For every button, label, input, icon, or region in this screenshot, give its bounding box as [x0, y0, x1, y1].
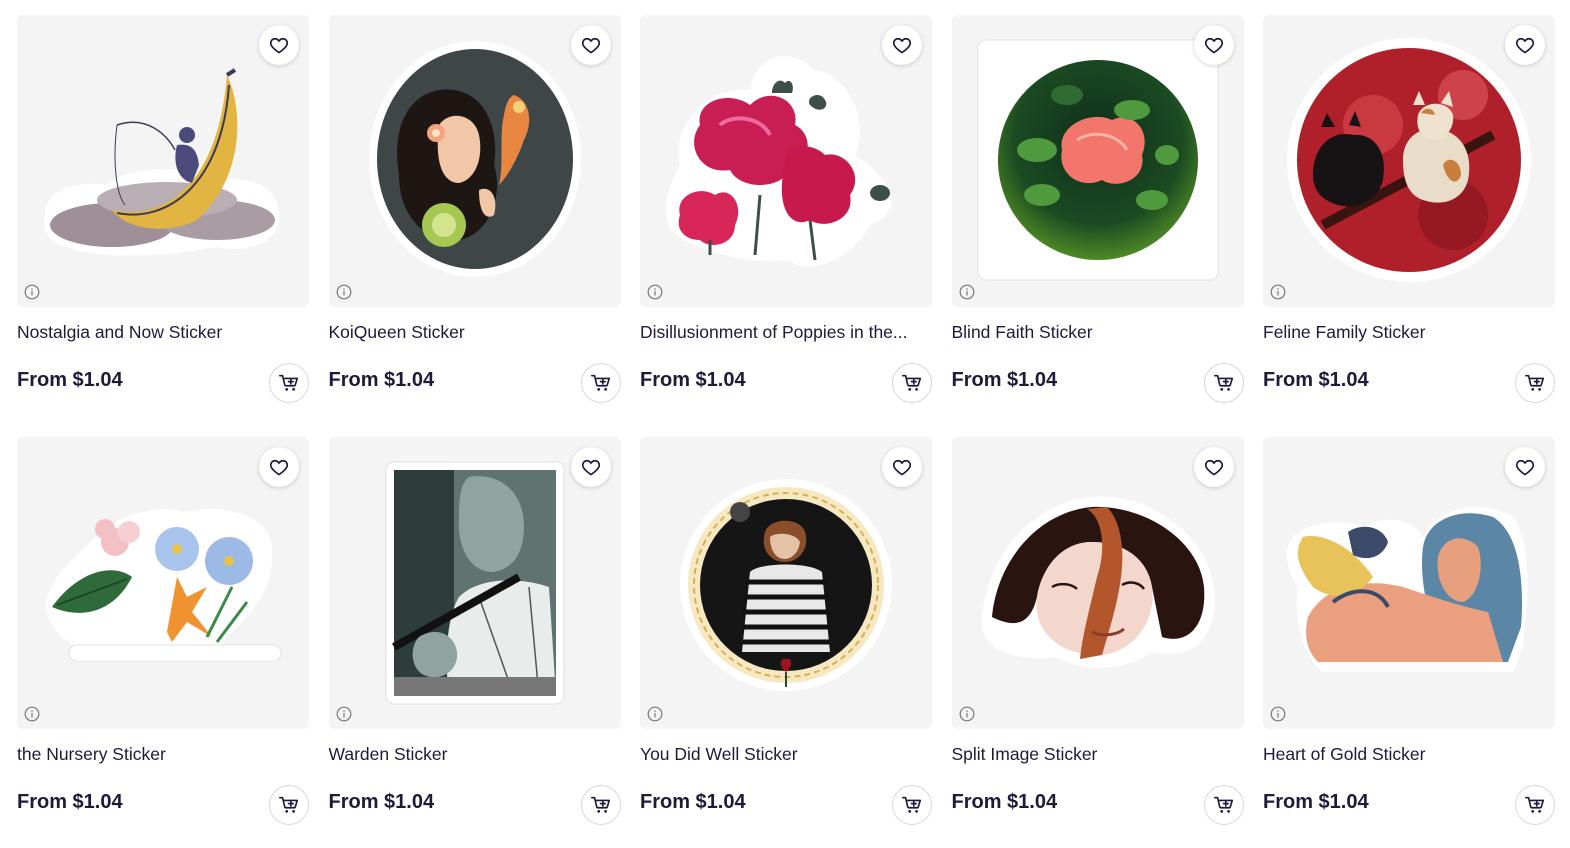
favorite-button[interactable] [259, 447, 299, 487]
product-card[interactable]: Nostalgia and Now Sticker From $1.04 [17, 15, 309, 415]
product-price: From $1.04 [17, 791, 123, 813]
product-title[interactable]: Split Image Sticker [952, 743, 1244, 765]
product-image[interactable] [951, 15, 1244, 307]
favorite-button[interactable] [259, 25, 299, 65]
heart-icon [892, 459, 912, 476]
product-title[interactable]: Feline Family Sticker [1263, 321, 1555, 343]
info-icon[interactable] [1270, 284, 1286, 300]
info-icon[interactable] [959, 706, 975, 722]
info-icon[interactable] [647, 706, 663, 722]
info-icon[interactable] [336, 284, 352, 300]
product-image[interactable] [1263, 437, 1555, 729]
product-price: From $1.04 [1263, 369, 1369, 391]
product-card[interactable]: Feline Family Sticker From $1.04 [1263, 15, 1555, 415]
favorite-button[interactable] [570, 447, 611, 487]
favorite-button[interactable] [1505, 25, 1545, 65]
info-icon[interactable] [336, 706, 352, 722]
product-price: From $1.04 [640, 369, 746, 391]
add-to-cart-icon [279, 374, 299, 391]
heart-icon [269, 459, 289, 476]
product-image[interactable] [1263, 15, 1555, 307]
favorite-button[interactable] [1193, 25, 1234, 65]
product-image[interactable] [640, 15, 932, 307]
favorite-button[interactable] [882, 25, 922, 65]
info-icon[interactable] [959, 284, 975, 300]
add-to-cart-button[interactable] [269, 363, 309, 403]
add-to-cart-button[interactable] [1515, 363, 1555, 403]
product-image[interactable] [17, 437, 309, 729]
add-to-cart-button[interactable] [580, 363, 621, 403]
product-image[interactable] [328, 437, 621, 729]
product-title[interactable]: Disillusionment of Poppies in the... [640, 321, 932, 343]
add-to-cart-button[interactable] [580, 785, 621, 825]
add-to-cart-button[interactable] [1203, 363, 1244, 403]
product-image[interactable] [328, 15, 621, 307]
add-to-cart-icon [902, 374, 922, 391]
add-to-cart-button[interactable] [269, 785, 309, 825]
product-card[interactable]: Blind Faith Sticker From $1.04 [951, 15, 1244, 415]
add-to-cart-icon [902, 796, 922, 813]
product-card[interactable]: Warden Sticker From $1.04 [328, 437, 621, 837]
info-icon[interactable] [1270, 706, 1286, 722]
product-price: From $1.04 [951, 791, 1058, 813]
product-title[interactable]: You Did Well Sticker [640, 743, 932, 765]
heart-icon [1515, 459, 1535, 476]
heart-icon [1204, 37, 1223, 54]
product-image[interactable] [951, 437, 1244, 729]
favorite-button[interactable] [570, 25, 611, 65]
product-title[interactable]: Blind Faith Sticker [952, 321, 1244, 343]
product-card[interactable]: KoiQueen Sticker From $1.04 [328, 15, 621, 415]
product-card[interactable]: You Did Well Sticker From $1.04 [640, 437, 932, 837]
add-to-cart-icon [279, 796, 299, 813]
info-icon[interactable] [647, 284, 663, 300]
product-title[interactable]: the Nursery Sticker [17, 743, 309, 765]
product-price: From $1.04 [328, 369, 435, 391]
heart-icon [269, 37, 289, 54]
info-icon[interactable] [24, 706, 40, 722]
add-to-cart-button[interactable] [892, 363, 932, 403]
heart-icon [892, 37, 912, 54]
product-title[interactable]: Nostalgia and Now Sticker [17, 321, 309, 343]
product-card[interactable]: Split Image Sticker From $1.04 [951, 437, 1244, 837]
add-to-cart-icon [1213, 796, 1233, 813]
add-to-cart-button[interactable] [1515, 785, 1555, 825]
product-image[interactable] [640, 437, 932, 729]
product-price: From $1.04 [1263, 791, 1369, 813]
heart-icon [1515, 37, 1535, 54]
heart-icon [581, 459, 600, 476]
add-to-cart-icon [1213, 374, 1233, 391]
product-price: From $1.04 [17, 369, 123, 391]
add-to-cart-icon [590, 374, 610, 391]
favorite-button[interactable] [1193, 447, 1234, 487]
product-price: From $1.04 [328, 791, 435, 813]
product-title[interactable]: KoiQueen Sticker [329, 321, 621, 343]
heart-icon [581, 37, 600, 54]
favorite-button[interactable] [1505, 447, 1545, 487]
favorite-button[interactable] [882, 447, 922, 487]
heart-icon [1204, 459, 1223, 476]
info-icon[interactable] [24, 284, 40, 300]
add-to-cart-icon [590, 796, 610, 813]
product-title[interactable]: Heart of Gold Sticker [1263, 743, 1555, 765]
product-price: From $1.04 [951, 369, 1058, 391]
product-grid: Nostalgia and Now Sticker From $1.04 Koi… [17, 15, 1555, 837]
add-to-cart-button[interactable] [892, 785, 932, 825]
product-image[interactable] [17, 15, 309, 307]
add-to-cart-icon [1525, 796, 1545, 813]
product-title[interactable]: Warden Sticker [329, 743, 621, 765]
add-to-cart-button[interactable] [1203, 785, 1244, 825]
product-price: From $1.04 [640, 791, 746, 813]
add-to-cart-icon [1525, 374, 1545, 391]
product-card[interactable]: the Nursery Sticker From $1.04 [17, 437, 309, 837]
product-card[interactable]: Disillusionment of Poppies in the... Fro… [640, 15, 932, 415]
product-card[interactable]: Heart of Gold Sticker From $1.04 [1263, 437, 1555, 837]
